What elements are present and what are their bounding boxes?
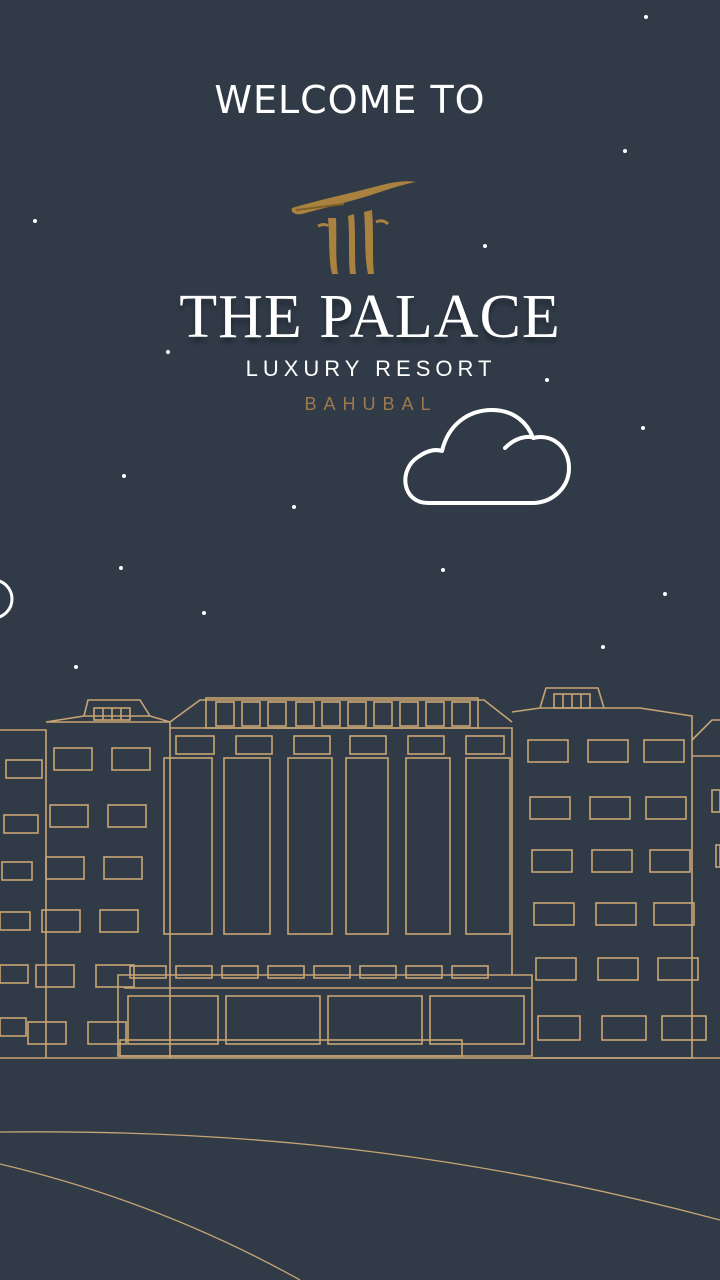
brand-tagline: LUXURY RESORT <box>245 356 497 381</box>
splash-screen: WELCOME TO THE PALACE LUXURY RESORT BAHU… <box>0 0 720 1280</box>
cloud-icon <box>403 408 571 505</box>
brand-location: BAHUBAL <box>304 394 438 414</box>
road-lines <box>0 1131 720 1280</box>
hotel-building-illustration <box>0 687 720 1059</box>
moon-icon <box>0 579 14 619</box>
welcome-heading: WELCOME TO <box>214 78 486 122</box>
brand-name: THE PALACE <box>179 283 561 351</box>
palace-logo-icon <box>291 181 416 274</box>
